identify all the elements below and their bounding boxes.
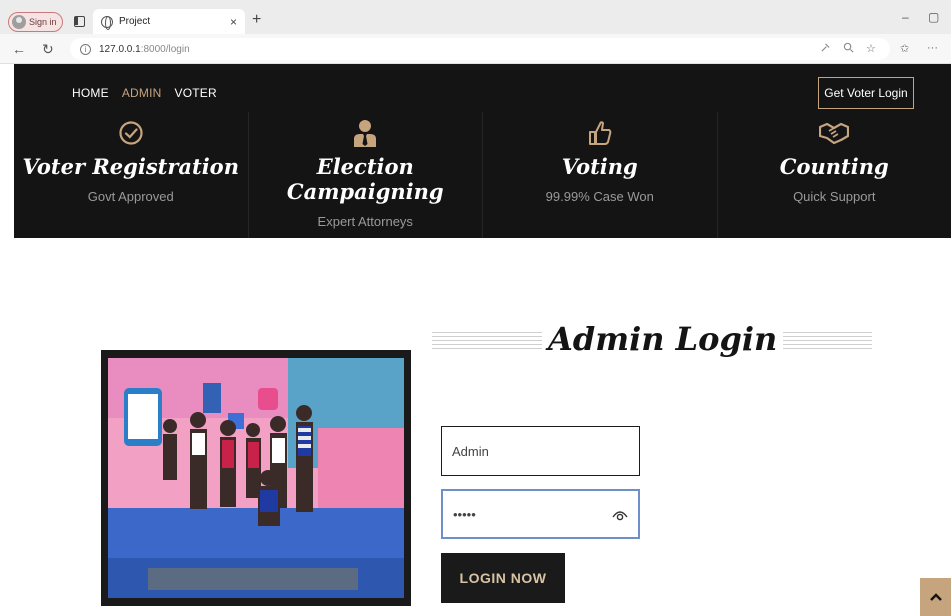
features-bar: Voter Registration Govt Approved Electio… <box>14 112 951 238</box>
tab-title: Project <box>119 16 151 27</box>
feature-election-campaigning: Election Campaigning Expert Attorneys <box>249 112 483 238</box>
feature-title: Counting <box>779 154 889 179</box>
profile-icon <box>12 15 26 29</box>
chevron-up-icon <box>929 593 942 601</box>
page-title: Admin Login <box>542 320 784 358</box>
feature-counting: Counting Quick Support <box>718 112 951 238</box>
group-photo-frame <box>101 350 411 606</box>
feature-title: Voter Registration <box>22 154 239 179</box>
site-header: HOME ADMIN VOTER Get Voter Login Voter R… <box>14 64 951 238</box>
feature-subtitle: Govt Approved <box>87 189 174 204</box>
url-input[interactable]: i 127.0.0.1:8000/login <box>70 38 890 60</box>
username-value: Admin <box>452 443 489 459</box>
username-field[interactable]: Admin <box>441 426 640 476</box>
group-photo <box>108 358 404 598</box>
minimize-icon[interactable]: – <box>902 10 909 24</box>
handshake-icon <box>718 118 951 148</box>
nav-voter-link[interactable]: VOTER <box>174 86 216 100</box>
favorite-star-icon[interactable]: ☆ <box>866 42 876 55</box>
nav-home-link[interactable]: HOME <box>72 86 109 100</box>
login-heading-block: Admin Login <box>432 320 872 362</box>
get-voter-login-button[interactable]: Get Voter Login <box>818 77 914 109</box>
user-tie-icon <box>249 118 483 148</box>
feature-subtitle: 99.99% Case Won <box>545 189 654 204</box>
browser-signin-button[interactable]: Sign in <box>8 12 63 32</box>
zoom-icon[interactable] <box>843 42 854 56</box>
feature-voting: Voting 99.99% Case Won <box>483 112 718 238</box>
show-password-icon[interactable] <box>612 508 628 525</box>
feature-title: Voting <box>561 154 638 179</box>
url-text: 127.0.0.1:8000/login <box>99 43 190 55</box>
login-button[interactable]: LOGIN NOW <box>441 553 565 603</box>
feature-voter-registration: Voter Registration Govt Approved <box>14 112 249 238</box>
info-icon[interactable]: i <box>80 43 91 55</box>
new-tab-icon[interactable]: + <box>252 11 261 29</box>
restore-icon[interactable]: ▢ <box>928 10 939 24</box>
back-icon[interactable]: ← <box>12 41 26 57</box>
browser-address-bar: ← ↻ i 127.0.0.1:8000/login ☆ ✩ ··· <box>0 34 951 64</box>
password-value: ••••• <box>453 506 476 522</box>
globe-icon <box>101 15 113 30</box>
more-icon[interactable]: ··· <box>927 42 938 54</box>
feature-subtitle: Quick Support <box>793 189 876 204</box>
refresh-icon[interactable]: ↻ <box>42 41 54 58</box>
browser-tab[interactable]: Project × <box>93 9 245 34</box>
main-nav: HOME ADMIN VOTER <box>72 86 217 100</box>
scroll-to-top-button[interactable] <box>920 578 951 616</box>
thumbs-up-icon <box>483 118 717 148</box>
tab-actions-icon[interactable] <box>74 16 85 27</box>
browser-tab-bar: Sign in Project × + – ▢ <box>0 0 951 34</box>
tab-close-icon[interactable]: × <box>230 15 237 29</box>
feature-subtitle: Expert Attorneys <box>317 214 413 229</box>
password-field[interactable]: ••••• <box>441 489 640 539</box>
nav-admin-link[interactable]: ADMIN <box>122 86 162 100</box>
read-aloud-icon[interactable] <box>820 42 831 56</box>
feature-title: Election Campaigning <box>286 154 444 204</box>
signin-label: Sign in <box>29 17 57 27</box>
favorites-icon[interactable]: ✩ <box>900 42 909 55</box>
check-circle-icon <box>14 118 248 148</box>
